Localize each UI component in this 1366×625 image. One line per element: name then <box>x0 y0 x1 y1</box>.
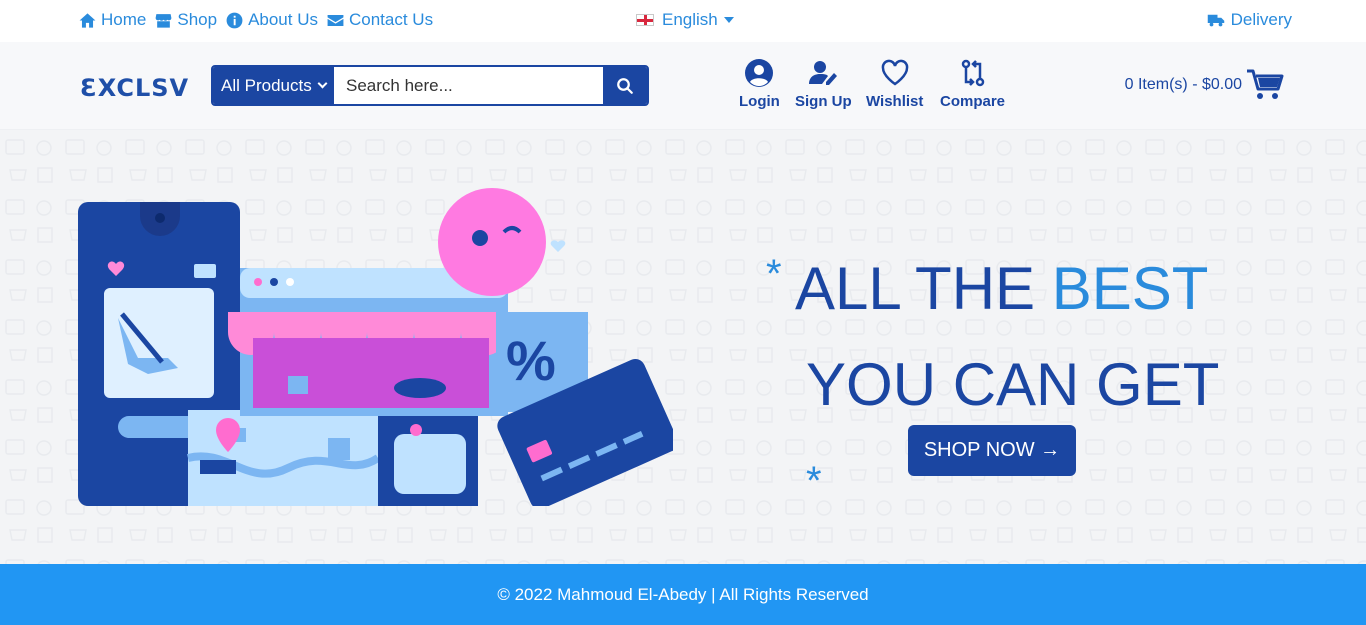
signup-link[interactable]: Sign Up <box>795 58 852 110</box>
nav-shop-link[interactable]: Shop <box>154 10 217 30</box>
hero-headline: * ALL THE BEST YOU CAN GET * <box>766 226 1246 544</box>
shopping-illustration: % <box>78 188 673 506</box>
search-button[interactable] <box>603 67 647 104</box>
shop-now-button[interactable]: SHOP NOW → <box>908 425 1076 476</box>
nav-home-link[interactable]: Home <box>78 10 146 30</box>
wishlist-label: Wishlist <box>866 93 924 110</box>
category-label: All Products <box>221 75 312 95</box>
compare-arrows-icon <box>961 59 984 87</box>
nav-shop-label: Shop <box>177 10 218 29</box>
nav-about-label: About Us <box>248 10 318 29</box>
signup-label: Sign Up <box>795 93 852 110</box>
info-circle-icon <box>226 12 243 28</box>
delivery-label: Delivery <box>1230 10 1292 29</box>
cart-summary: 0 Item(s) - $0.00 <box>1124 76 1242 93</box>
search-bar: All Products <box>211 65 649 106</box>
shopping-cart-icon <box>1247 69 1284 99</box>
main-header: ƐXCLSV All Products Login Sign Up Wishli… <box>0 42 1366 130</box>
compare-link[interactable]: Compare <box>940 58 1005 110</box>
nav-about-link[interactable]: About Us <box>225 10 318 30</box>
svg-text:%: % <box>506 329 556 392</box>
hero-banner: % * ALL THE BEST YOU CAN GET * SHOP NOW … <box>0 130 1366 564</box>
compare-label: Compare <box>940 93 1006 110</box>
nav-home-label: Home <box>101 10 147 29</box>
nav-contact-label: Contact Us <box>349 10 434 29</box>
asterisk-decoration: * <box>766 252 782 296</box>
category-dropdown[interactable]: All Products <box>213 67 334 104</box>
language-label: English <box>662 10 718 29</box>
search-icon <box>617 77 633 94</box>
caret-down-icon <box>723 17 734 23</box>
cart-button[interactable]: 0 Item(s) - $0.00 <box>1125 68 1284 102</box>
search-input[interactable] <box>334 67 603 104</box>
asterisk-decoration-end: * <box>806 459 822 503</box>
top-bar: Home Shop About Us Contact Us English De… <box>0 0 1366 42</box>
copyright-text: © 2022 Mahmoud El-Abedy | All Rights Res… <box>497 584 869 604</box>
heart-icon <box>881 59 908 86</box>
login-label: Login <box>739 93 780 110</box>
user-circle-icon <box>745 59 774 87</box>
wishlist-link[interactable]: Wishlist <box>866 58 923 110</box>
user-edit-icon <box>809 61 838 85</box>
top-nav: Home Shop About Us Contact Us <box>78 10 433 30</box>
headline-line-1: * ALL THE BEST <box>766 226 1246 337</box>
store-icon <box>155 13 172 28</box>
site-footer: © 2022 Mahmoud El-Abedy | All Rights Res… <box>0 564 1366 625</box>
home-icon <box>79 12 96 28</box>
headline-highlight: BEST <box>1051 255 1209 322</box>
login-link[interactable]: Login <box>739 58 780 110</box>
headline-text-1: ALL THE <box>794 255 1052 322</box>
envelope-icon <box>327 14 344 26</box>
chevron-down-icon <box>317 78 328 89</box>
language-selector[interactable]: English <box>636 10 734 30</box>
headline-text-2: YOU CAN GET <box>806 351 1219 418</box>
truck-icon <box>1207 14 1224 27</box>
nav-contact-link[interactable]: Contact Us <box>326 10 433 30</box>
delivery-link[interactable]: Delivery <box>1207 10 1292 30</box>
site-logo[interactable]: ƐXCLSV <box>80 74 189 102</box>
uk-flag-icon <box>636 14 654 26</box>
